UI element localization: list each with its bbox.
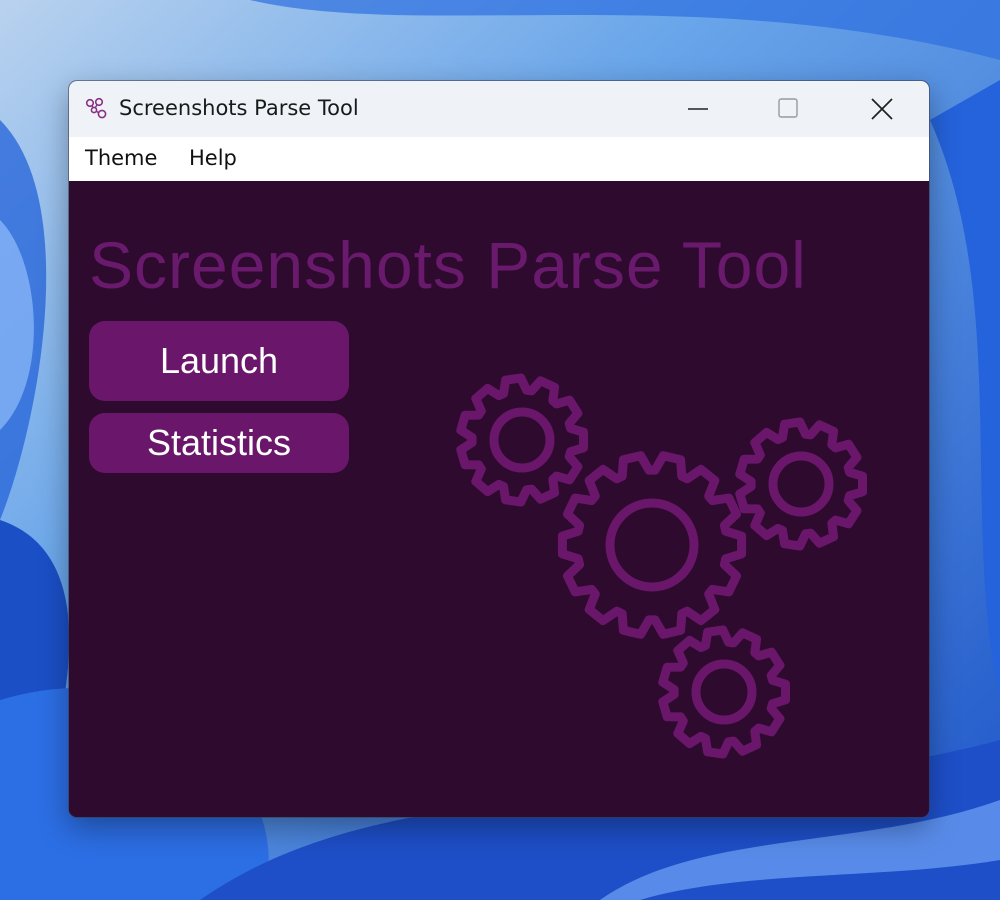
gear-small-right <box>735 417 867 551</box>
minimize-icon <box>688 108 708 110</box>
gear-small-top-left <box>456 373 588 507</box>
maximize-icon <box>778 98 798 118</box>
app-network-icon <box>85 97 107 119</box>
desktop-wallpaper: Screenshots Parse Tool Theme Help Screen… <box>0 0 1000 900</box>
gear-small-top-left-hub <box>489 407 555 473</box>
title-bar[interactable]: Screenshots Parse Tool <box>69 81 929 137</box>
minimize-button[interactable] <box>653 81 743 137</box>
gear-small-bottom-hub <box>691 659 757 725</box>
gear-large-center <box>557 451 747 639</box>
menu-item-help[interactable]: Help <box>189 146 237 170</box>
statistics-button[interactable]: Statistics <box>89 413 349 473</box>
page-title: Screenshots Parse Tool <box>89 228 807 302</box>
window-title: Screenshots Parse Tool <box>119 96 359 120</box>
gear-large-center-hub <box>605 498 699 592</box>
close-button[interactable] <box>837 81 927 137</box>
app-window: Screenshots Parse Tool Theme Help Screen… <box>69 81 929 817</box>
gear-small-right-hub <box>768 451 834 517</box>
main-content: Screenshots Parse Tool Launch Statistics <box>69 181 929 817</box>
launch-button[interactable]: Launch <box>89 321 349 401</box>
close-icon <box>871 98 893 120</box>
menu-item-theme[interactable]: Theme <box>85 146 157 170</box>
gear-small-bottom <box>658 625 790 759</box>
gears-icon <box>456 373 867 759</box>
menu-bar: Theme Help <box>69 137 929 181</box>
maximize-button[interactable] <box>743 81 833 137</box>
